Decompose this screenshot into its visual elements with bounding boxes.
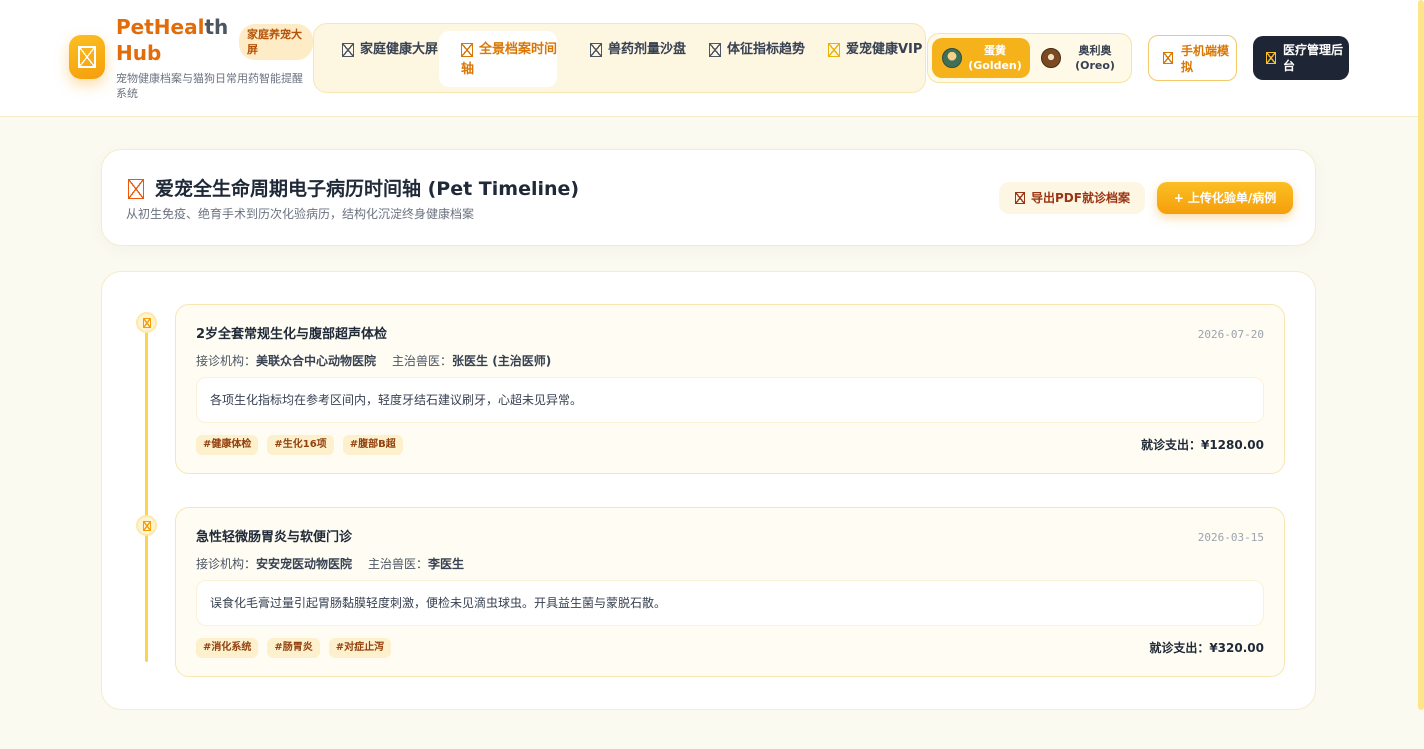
- record-date: 2026-03-15: [1197, 531, 1264, 544]
- clinic-label: 接诊机构：: [196, 354, 257, 368]
- brand-line2: Hub: [116, 41, 162, 65]
- record-tags: #消化系统 #肠胃炎 #对症止泻: [196, 638, 392, 658]
- paw-icon: [78, 46, 96, 68]
- medicine-icon: [590, 42, 602, 57]
- tag[interactable]: #生化16项: [267, 435, 334, 455]
- clinic-name: 美联众合中心动物医院: [256, 354, 377, 368]
- vet-label: 主治兽医：: [392, 354, 453, 368]
- mobile-preview-button[interactable]: 手机端模拟: [1148, 35, 1237, 81]
- button-label: 医疗管理后台: [1283, 43, 1344, 73]
- vet-label: 主治兽医：: [368, 557, 429, 571]
- brand-main: PetHeal: [116, 15, 205, 39]
- nav-label: 兽药剂量沙盘: [608, 42, 687, 57]
- record-cost: 就诊支出：¥1280.00: [1140, 438, 1264, 452]
- nav-label: 体征指标趋势: [727, 42, 806, 57]
- hospital-icon: [1266, 52, 1276, 64]
- page-scrollbar[interactable]: [1418, 0, 1424, 710]
- dashboard-icon: [342, 42, 354, 57]
- vet-name: 李医生: [428, 557, 465, 571]
- pet-golden[interactable]: 蛋黄 (Golden): [932, 38, 1030, 78]
- tag[interactable]: #腹部B超: [342, 435, 403, 455]
- record-date: 2026-07-20: [1197, 328, 1264, 341]
- record-note: 各项生化指标均在参考区间内，轻度牙结石建议刷牙，心超未见异常。: [196, 377, 1264, 423]
- record-title: 2岁全套常规生化与腹部超声体检: [196, 327, 388, 342]
- mode-badge: 家庭养宠大屏: [239, 24, 313, 60]
- nav-label: 爱宠健康VIP: [846, 42, 923, 57]
- admin-console-button[interactable]: 医疗管理后台: [1253, 36, 1349, 80]
- stethoscope-icon: [142, 520, 151, 531]
- button-label: 导出PDF就诊档案: [1031, 191, 1130, 205]
- tag[interactable]: #健康体检: [196, 435, 259, 455]
- brand-name: PetHealth Hub: [116, 14, 229, 66]
- tag[interactable]: #肠胃炎: [267, 638, 320, 658]
- page-title: 爱宠全生命周期电子病历时间轴 (Pet Timeline): [155, 178, 580, 200]
- record-meta: 接诊机构：安安宠医动物医院 主治兽医：李医生: [196, 556, 464, 572]
- pet-oreo[interactable]: 奥利奥 (Oreo): [1031, 38, 1131, 78]
- record-title: 急性轻微肠胃炎与软便门诊: [196, 530, 353, 545]
- timeline-node: [136, 515, 157, 536]
- record-note: 误食化毛膏过量引起胃肠黏膜轻度刺激，便检未见滴虫球虫。开具益生菌与蒙脱石散。: [196, 580, 1264, 626]
- document-icon: [1015, 192, 1025, 204]
- clinic-name: 安安宠医动物医院: [256, 557, 353, 571]
- button-label: 手机端模拟: [1181, 44, 1230, 74]
- timeline-icon: [461, 42, 473, 57]
- tag[interactable]: #对症止泻: [328, 638, 392, 658]
- vet-name: 张医生 (主治医师): [452, 354, 552, 368]
- timeline-card: 2岁全套常规生化与腹部超声体检 2026-07-20 接诊机构：美联众合中心动物…: [101, 271, 1316, 710]
- nav-item-vip[interactable]: 爱宠健康VIP: [806, 31, 924, 87]
- upload-record-button[interactable]: + 上传化验单/病例: [1157, 182, 1293, 214]
- app-subtitle: 宠物健康档案与猫狗日常用药智能提醒系统: [116, 72, 303, 100]
- medical-record-icon: [128, 179, 144, 199]
- timeline-record[interactable]: 2岁全套常规生化与腹部超声体检 2026-07-20 接诊机构：美联众合中心动物…: [175, 304, 1285, 474]
- chart-icon: [709, 42, 721, 57]
- page-description: 从初生免疫、绝育手术到历次化验病历，结构化沉淀终身健康档案: [126, 207, 475, 221]
- nav-item-vitals[interactable]: 体征指标趋势: [687, 31, 805, 87]
- timeline-node: [136, 312, 157, 333]
- export-pdf-button[interactable]: 导出PDF就诊档案: [999, 182, 1145, 214]
- record-meta: 接诊机构：美联众合中心动物医院 主治兽医：张医生 (主治医师): [196, 353, 551, 369]
- nav-label: 全景档案时间轴: [461, 42, 558, 77]
- nav-item-dosage[interactable]: 兽药剂量沙盘: [568, 31, 686, 87]
- pet-name: 蛋黄 (Golden): [968, 44, 1022, 72]
- record-cost: 就诊支出：¥320.00: [1149, 641, 1264, 655]
- nav-item-timeline[interactable]: 全景档案时间轴: [439, 31, 557, 87]
- timeline-rail: [145, 322, 148, 662]
- nav-label: 家庭健康大屏: [360, 42, 439, 57]
- stethoscope-icon: [142, 317, 151, 328]
- record-tags: #健康体检 #生化16项 #腹部B超: [196, 435, 403, 455]
- avatar: [942, 48, 962, 68]
- main-nav: 家庭健康大屏 全景档案时间轴 兽药剂量沙盘 体征指标趋势 爱宠健康VIP: [313, 23, 926, 93]
- phone-icon: [1163, 52, 1173, 64]
- app-logo[interactable]: [69, 35, 105, 79]
- timeline-record[interactable]: 急性轻微肠胃炎与软便门诊 2026-03-15 接诊机构：安安宠医动物医院 主治兽…: [175, 507, 1285, 677]
- top-header: PetHealth Hub 家庭养宠大屏 宠物健康档案与猫狗日常用药智能提醒系统…: [0, 0, 1424, 117]
- avatar: [1041, 48, 1061, 68]
- clinic-label: 接诊机构：: [196, 557, 257, 571]
- pet-switcher: 蛋黄 (Golden) 奥利奥 (Oreo): [927, 33, 1132, 83]
- nav-item-dashboard[interactable]: 家庭健康大屏: [320, 31, 438, 87]
- tag[interactable]: #消化系统: [196, 638, 259, 658]
- page-header-card: 爱宠全生命周期电子病历时间轴 (Pet Timeline) 从初生免疫、绝育手术…: [101, 149, 1316, 246]
- crown-icon: [828, 42, 840, 57]
- brand-accent: th: [204, 15, 229, 39]
- pet-name: 奥利奥 (Oreo): [1075, 44, 1115, 72]
